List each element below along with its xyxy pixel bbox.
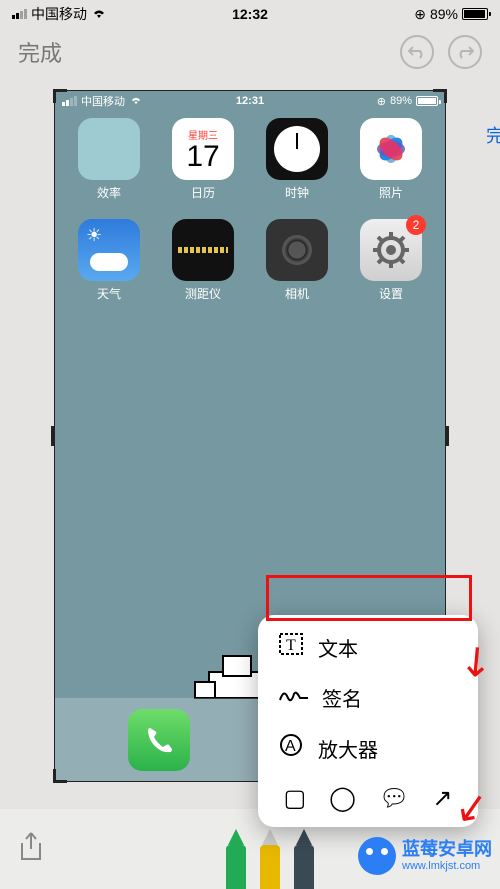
measure-icon	[172, 219, 234, 281]
undo-button[interactable]	[400, 35, 434, 69]
shape-circle[interactable]: ◯	[329, 784, 356, 813]
signal-icon	[12, 9, 27, 19]
pencil-tool[interactable]	[291, 825, 317, 889]
battery-percent: 89%	[390, 95, 412, 107]
clock-label: 12:32	[171, 6, 330, 22]
wifi-icon	[129, 95, 143, 108]
popover-shapes-row: ▢ ◯ 💬︎ ↗	[258, 774, 478, 815]
app-label: 相机	[285, 285, 309, 302]
photos-icon	[360, 118, 422, 180]
inner-status-bar: 中国移动 12:31 ⊕ 89%	[54, 90, 446, 112]
magnifier-icon: A	[278, 732, 304, 764]
watermark-icon	[358, 837, 396, 875]
watermark-url: www.lmkjst.com	[402, 860, 492, 872]
markup-toolbar: 完成	[0, 28, 500, 76]
watermark-title: 蓝莓安卓网	[402, 840, 492, 860]
outer-status-bar: 中国移动 12:32 ⊕ 89%	[0, 0, 500, 28]
carrier-label: 中国移动	[81, 93, 125, 109]
add-shape-popover: T 文本 签名 A 放大器 ▢ ◯ 💬︎ ↗	[258, 615, 478, 827]
done-button[interactable]: 完成	[18, 36, 62, 68]
carrier-label: 中国移动	[31, 4, 87, 24]
battery-icon	[462, 8, 488, 20]
app-label: 时钟	[285, 184, 309, 201]
share-button[interactable]	[18, 831, 48, 868]
gear-icon: 2	[360, 219, 422, 281]
app-label: 日历	[191, 184, 215, 201]
app-label: 设置	[379, 285, 403, 302]
app-weather[interactable]: 天气	[66, 219, 152, 302]
redo-button[interactable]	[448, 35, 482, 69]
svg-text:T: T	[286, 637, 296, 654]
popover-label: 放大器	[318, 734, 378, 763]
app-productivity[interactable]: 效率	[66, 118, 152, 201]
text-icon: T	[278, 631, 304, 663]
app-camera[interactable]: 相机	[254, 219, 340, 302]
highlighter-tool[interactable]	[257, 825, 283, 889]
app-label: 测距仪	[185, 285, 221, 302]
badge: 2	[406, 215, 426, 235]
app-clock[interactable]: 时钟	[254, 118, 340, 201]
popover-text-option[interactable]: T 文本	[258, 621, 478, 673]
battery-percent: 89%	[430, 6, 458, 22]
popover-label: 文本	[318, 633, 358, 662]
clock-icon	[266, 118, 328, 180]
clock-label: 12:31	[187, 95, 312, 107]
camera-icon	[266, 219, 328, 281]
orientation-lock-icon: ⊕	[414, 6, 426, 23]
app-label: 照片	[379, 184, 403, 201]
app-grid: 效率 星期三 17 日历 时钟	[54, 112, 446, 302]
app-phone[interactable]	[128, 709, 190, 771]
battery-icon	[416, 96, 438, 106]
signature-icon	[278, 684, 308, 712]
signal-icon	[62, 96, 77, 106]
peek-done-label: 完历	[486, 122, 500, 148]
wifi-icon	[91, 6, 107, 22]
app-calendar[interactable]: 星期三 17 日历	[160, 118, 246, 201]
orientation-lock-icon: ⊕	[377, 95, 386, 108]
calendar-icon: 星期三 17	[172, 118, 234, 180]
app-settings[interactable]: 2 设置	[348, 219, 434, 302]
svg-text:A: A	[285, 738, 296, 755]
popover-magnifier-option[interactable]: A 放大器	[258, 722, 478, 774]
popover-label: 签名	[322, 683, 362, 712]
app-photos[interactable]: 照片	[348, 118, 434, 201]
app-measure[interactable]: 测距仪	[160, 219, 246, 302]
popover-signature-option[interactable]: 签名	[258, 673, 478, 722]
folder-icon	[78, 118, 140, 180]
shape-speech[interactable]: 💬︎	[379, 784, 409, 813]
weather-icon	[78, 219, 140, 281]
shape-square[interactable]: ▢	[283, 784, 306, 813]
pen-tool[interactable]	[223, 825, 249, 889]
app-label: 效率	[97, 184, 121, 201]
app-label: 天气	[97, 285, 121, 302]
watermark: 蓝莓安卓网 www.lmkjst.com	[358, 837, 492, 875]
